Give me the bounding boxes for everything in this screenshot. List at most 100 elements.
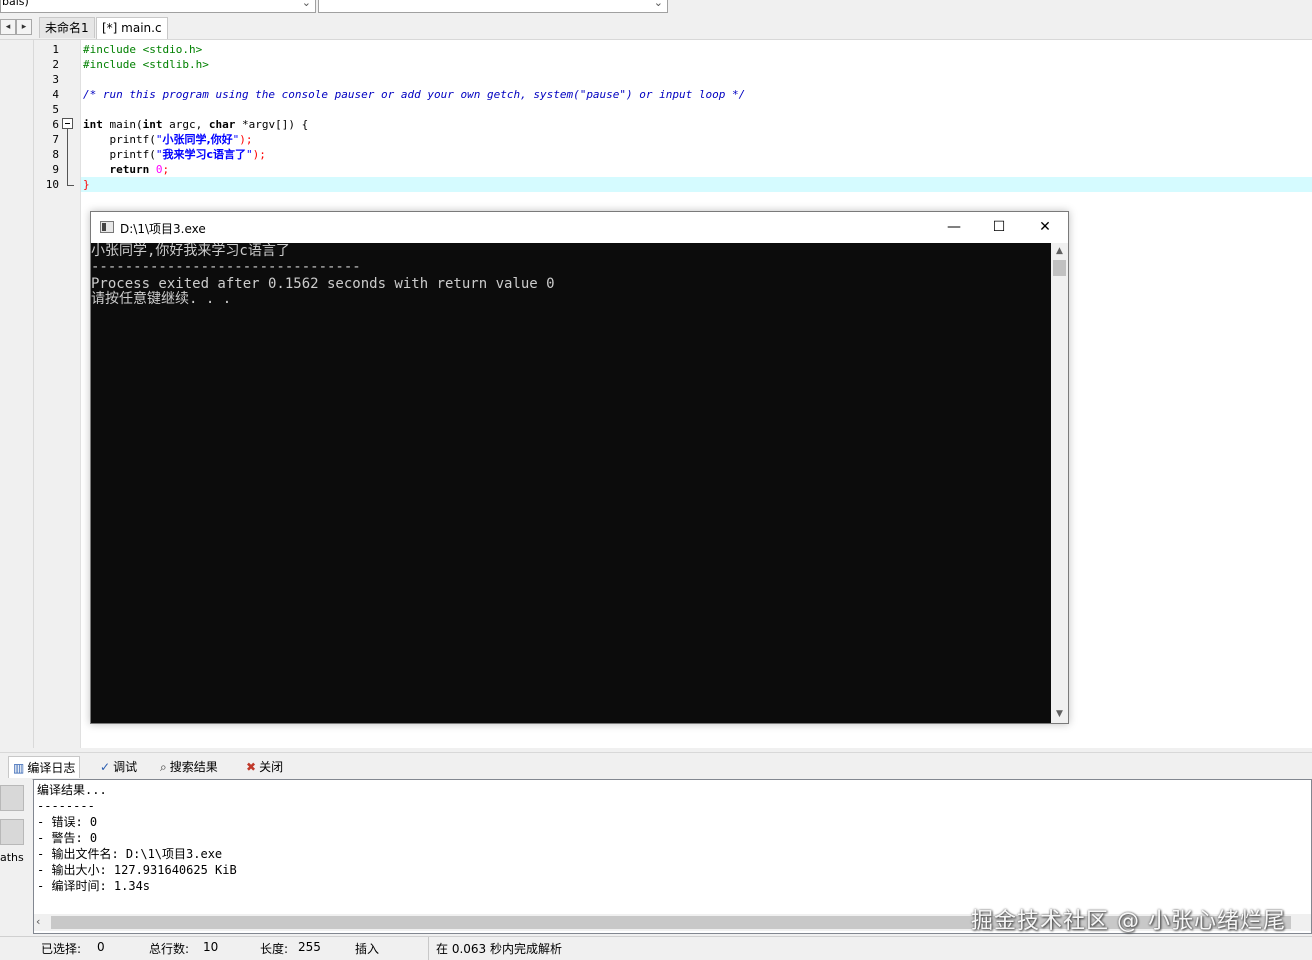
status-selected-label: 已选择: (41, 942, 82, 956)
log-side-button[interactable] (0, 785, 24, 811)
line-number: 6 (52, 118, 59, 131)
console-scrollbar[interactable]: ▲ ▼ (1051, 243, 1068, 723)
tab-untitled[interactable]: 未命名1 (39, 17, 95, 38)
current-line-highlight (81, 177, 1312, 192)
tab-compile-log[interactable]: ▥ 编译日志 (8, 756, 81, 778)
check-icon: ✓ (100, 760, 111, 774)
scroll-thumb[interactable] (1053, 260, 1066, 276)
tab-scroll-left-button[interactable]: ◂ (0, 19, 16, 35)
console-line: 小张同学,你好我来学习c语言了 (91, 243, 290, 259)
code-string: 小张同学,你好 (162, 133, 233, 146)
close-button[interactable]: ✕ (1022, 212, 1068, 243)
tab-search-results[interactable]: ⌕ 搜索结果 (156, 756, 222, 778)
line-number: 1 (52, 43, 59, 56)
chart-icon: ▥ (13, 761, 25, 775)
code-keyword: return (83, 163, 150, 176)
log-line: - 编译时间: 1.34s (37, 879, 151, 893)
member-combo[interactable]: ⌄ (318, 0, 668, 13)
code-text: *argv[]) { (235, 118, 309, 131)
code-line-6: int main(int argc, char *argv[]) { (83, 117, 308, 132)
log-side-label: aths (0, 851, 24, 864)
console-line: -------------------------------- (91, 259, 361, 275)
console-title-bar[interactable]: D:\1\项目3.exe — ☐ ✕ (91, 212, 1068, 243)
log-line: - 错误: 0 (37, 815, 98, 829)
tab-main-c[interactable]: [*] main.c (96, 17, 168, 39)
status-lines-label: 总行数: (149, 942, 190, 956)
line-number: 7 (52, 133, 59, 146)
code-line-4: /* run this program using the console pa… (83, 88, 746, 101)
line-number: 2 (52, 58, 59, 71)
tab-debug[interactable]: ✓ 调试 (96, 756, 141, 778)
minimize-button[interactable]: — (931, 212, 977, 243)
line-number: 4 (52, 88, 59, 101)
log-side-button[interactable] (0, 819, 24, 845)
console-title: D:\1\项目3.exe (120, 222, 206, 236)
fold-toggle-icon[interactable] (62, 118, 73, 129)
code-symbol: ); (239, 133, 253, 146)
line-number: 5 (52, 103, 59, 116)
class-combo-text: bals) (2, 0, 29, 8)
status-parse-info: 在 0.063 秒内完成解析 (436, 942, 562, 956)
log-line: - 输出文件名: D:\1\项目3.exe (37, 847, 223, 861)
code-line-8: printf("我来学习c语言了"); (83, 147, 266, 162)
maximize-button[interactable]: ☐ (976, 212, 1022, 243)
search-icon: ⌕ (160, 760, 167, 774)
scroll-left-icon[interactable]: ‹ (36, 915, 40, 928)
console-window[interactable]: D:\1\项目3.exe — ☐ ✕ 小张同学,你好我来学习c语言了 -----… (90, 211, 1069, 724)
log-line: 编译结果... (37, 783, 107, 797)
code-text: printf( (83, 148, 156, 161)
toolbar: bals) ⌄ ⌄ (0, 0, 1312, 15)
status-length-value: 255 (298, 940, 321, 954)
line-number: 3 (52, 73, 59, 86)
line-number: 9 (52, 163, 59, 176)
tab-label: 调试 (113, 760, 138, 774)
code-line-9: return 0; (83, 162, 169, 177)
tab-label: 关闭 (259, 760, 284, 774)
code-keyword: int (142, 118, 163, 131)
line-number: 8 (52, 148, 59, 161)
scroll-down-icon[interactable]: ▼ (1051, 706, 1068, 723)
fold-guide-line (67, 129, 68, 185)
tab-label: 搜索结果 (169, 760, 218, 774)
editor-tab-bar: ◂ ▸ 未命名1 [*] main.c (0, 15, 1312, 40)
code-line-7: printf("小张同学,你好"); (83, 132, 253, 147)
class-combo[interactable]: bals) ⌄ (0, 0, 316, 13)
fold-guide-end (67, 185, 74, 186)
log-line: -------- (37, 799, 95, 813)
log-line: - 输出大小: 127.931640625 KiB (37, 863, 237, 877)
console-line: Process exited after 0.1562 seconds with… (91, 276, 555, 292)
code-symbol: ); (252, 148, 266, 161)
scroll-up-icon[interactable]: ▲ (1051, 243, 1068, 260)
code-string: " (246, 148, 253, 161)
close-panel-icon: ✖ (246, 760, 257, 774)
status-selected-value: 0 (97, 940, 105, 954)
code-line-10: } (83, 178, 90, 191)
code-line-2: #include <stdlib.h> (83, 58, 209, 71)
code-text: argc, (162, 118, 209, 131)
log-line: - 警告: 0 (37, 831, 98, 845)
status-lines-value: 10 (203, 940, 219, 954)
watermark: 掘金技术社区 @ 小张心绪烂尾 (971, 909, 1286, 934)
tab-scroll-right-button[interactable]: ▸ (16, 19, 32, 35)
console-line: 请按任意键继续. . . (91, 291, 232, 307)
code-keyword: char (208, 118, 236, 131)
status-length-label: 长度: (260, 942, 289, 956)
code-text: main( (102, 118, 143, 131)
code-symbol: ; (162, 163, 170, 176)
console-app-icon (100, 221, 114, 233)
project-panel (0, 40, 34, 748)
tab-close[interactable]: ✖ 关闭 (242, 756, 287, 778)
status-bar: 已选择: 0 总行数: 10 长度: 255 插入 在 0.063 秒内完成解析 (0, 936, 1312, 960)
line-number: 10 (45, 178, 59, 191)
code-line-1: #include <stdio.h> (83, 43, 203, 56)
chevron-down-icon: ⌄ (653, 0, 663, 9)
tab-label: 编译日志 (27, 761, 76, 775)
code-string: 我来学习c语言了 (162, 148, 247, 161)
log-side-panel: aths (0, 779, 32, 934)
output-tab-bar: ▥ 编译日志 ✓ 调试 ⌕ 搜索结果 ✖ 关闭 (0, 752, 1312, 780)
status-insert-mode: 插入 (355, 942, 380, 956)
code-text: printf( (83, 133, 156, 146)
status-divider (428, 937, 429, 960)
console-output[interactable]: 小张同学,你好我来学习c语言了 ------------------------… (91, 243, 1051, 723)
